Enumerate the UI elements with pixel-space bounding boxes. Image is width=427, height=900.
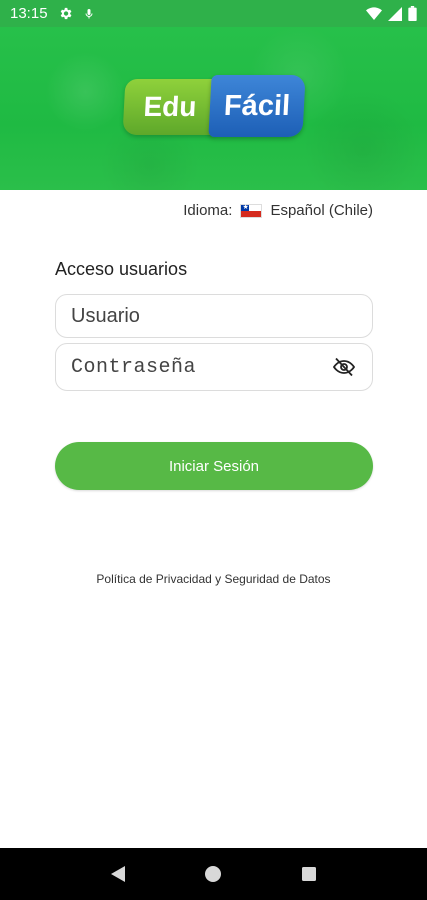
eye-off-icon[interactable] — [331, 354, 357, 380]
password-field[interactable] — [55, 343, 373, 391]
privacy-policy-link[interactable]: Política de Privacidad y Seguridad de Da… — [0, 572, 427, 586]
login-button[interactable]: Iniciar Sesión — [55, 442, 373, 490]
username-field[interactable] — [55, 294, 373, 338]
status-time: 13:15 — [10, 5, 48, 22]
language-label: Idioma: — [183, 202, 233, 219]
microphone-icon — [83, 7, 95, 21]
password-input[interactable] — [71, 355, 323, 379]
home-icon[interactable] — [201, 862, 225, 886]
signal-icon — [388, 6, 402, 21]
username-input[interactable] — [71, 304, 357, 328]
navigation-bar — [0, 848, 427, 900]
wifi-icon — [366, 6, 382, 21]
status-bar: 13:15 — [0, 0, 427, 27]
settings-icon — [58, 6, 73, 21]
back-icon[interactable] — [106, 862, 130, 886]
login-title: Acceso usuarios — [55, 259, 188, 279]
battery-icon — [408, 6, 417, 21]
header-banner: Edu Fácil — [0, 27, 427, 190]
logo-edu-part: Edu — [122, 79, 218, 135]
logo-facil-part: Fácil — [208, 75, 306, 137]
language-value[interactable]: Español (Chile) — [270, 202, 373, 219]
recents-icon[interactable] — [297, 862, 321, 886]
language-selector[interactable]: Idioma: ★ Español (Chile) — [183, 202, 373, 219]
chile-flag-icon: ★ — [240, 203, 263, 218]
edufacil-logo: Edu Fácil — [122, 75, 306, 141]
